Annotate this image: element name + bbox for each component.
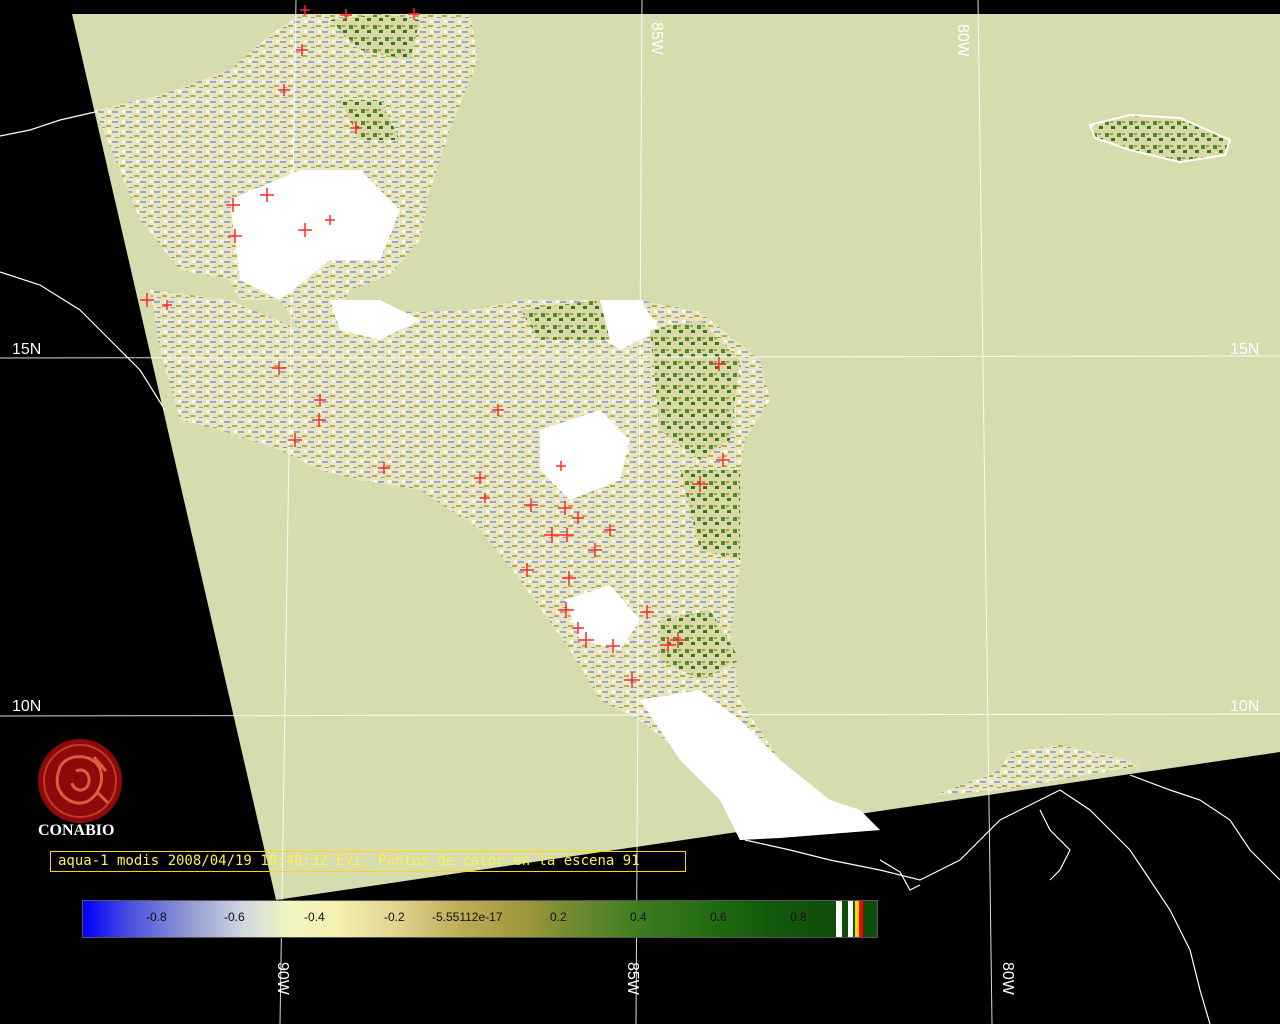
lon-label-80w-top: 80W [954,24,971,57]
conabio-logo-text: CONABIO [38,822,115,839]
lat-label-10n-left: 10N [12,698,42,715]
colorbar-tick: -0.8 [146,910,167,924]
colorbar-tick: 0.6 [710,910,727,924]
scene-title: aqua-1 modis 2008/04/19 18:48:32 Evi, Pu… [58,853,640,869]
colorbar-swatch-red [859,901,863,937]
colorbar-swatch-white-1 [836,901,842,937]
lon-label-80w-bottom: 80W [999,962,1016,995]
colorbar-tick: -5.55112e-17 [432,910,503,924]
lon-label-90w-bottom: 90W [274,962,291,995]
lat-label-15n-left: 15N [12,341,42,358]
colorbar-tick: 0.8 [790,910,807,924]
lon-label-85w-bottom: 85W [624,962,641,995]
colorbar-tick: -0.6 [224,910,245,924]
colorbar-swatch-white-2 [848,901,853,937]
lat-label-10n-right: 10N [1230,698,1260,715]
colorbar-tick: -0.2 [384,910,405,924]
lat-label-15n-right: 15N [1230,341,1260,358]
colorbar-tick: -0.4 [304,910,325,924]
conabio-seal-icon [38,739,122,823]
colorbar-tick: 0.2 [550,910,567,924]
colorbar-tick: 0.4 [630,910,647,924]
lon-label-85w-top: 85W [648,22,665,55]
